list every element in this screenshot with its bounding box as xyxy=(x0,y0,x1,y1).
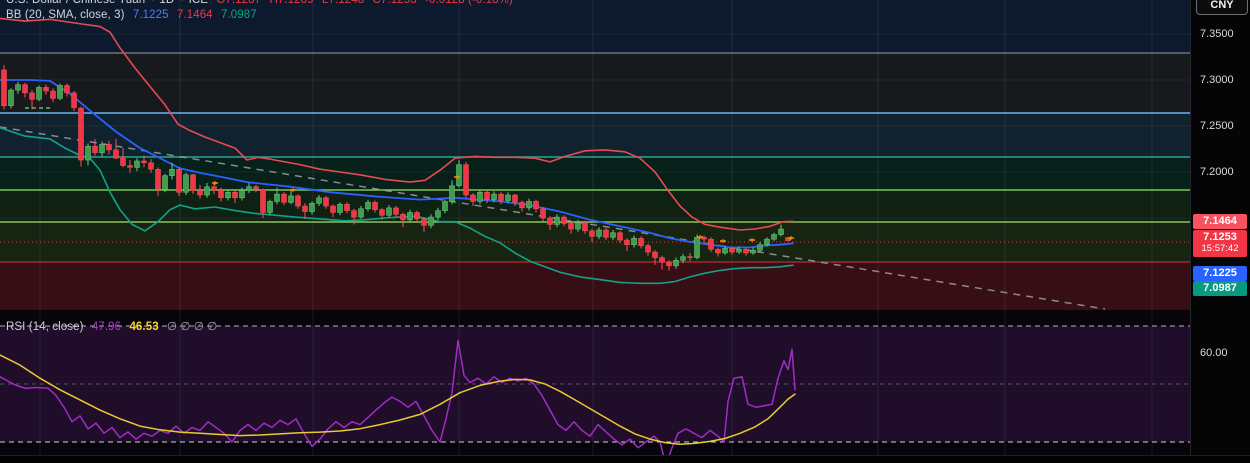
price-label: 7.0987 xyxy=(1193,281,1247,296)
rsi-label: RSI (14, close) xyxy=(6,321,84,333)
ohlc-high: H7.1289 xyxy=(269,0,313,6)
price-tick: 7.3000 xyxy=(1200,74,1234,86)
symbol-legend[interactable]: U.S. Dollar / Chinese Yuan· 1D· ICE O7.1… xyxy=(6,0,518,6)
price-tick: 7.3500 xyxy=(1200,28,1234,40)
chart-canvas[interactable] xyxy=(0,0,1250,463)
bb-legend[interactable]: BB (20, SMA, close, 3) 7.1225 7.1464 7.0… xyxy=(6,9,262,21)
currency-toggle-button[interactable]: CNY xyxy=(1196,0,1248,15)
rsi-hidden-values: ∅ ∅ ∅ ∅ xyxy=(167,321,217,333)
price-label: 7.125315:57:42 xyxy=(1193,230,1247,257)
rsi-value: 47.96 xyxy=(92,321,121,333)
rsi-ma-value: 46.53 xyxy=(129,321,158,333)
symbol-title: U.S. Dollar / Chinese Yuan xyxy=(6,0,145,6)
time-axis[interactable] xyxy=(0,455,1250,463)
bb-label: BB (20, SMA, close, 3) xyxy=(6,9,125,21)
price-axis[interactable]: 7.3500 7.3000 7.2500 7.2000 60.00 7.14647.125… xyxy=(1190,0,1250,463)
price-tick: 7.2000 xyxy=(1200,166,1234,178)
price-tick: 7.2500 xyxy=(1200,120,1234,132)
price-label: 7.1464 xyxy=(1193,214,1247,229)
ohlc-low: L7.1248 xyxy=(322,0,364,6)
ohlc-change: -0.0128 (-0.18%) xyxy=(425,0,513,6)
symbol-exchange: ICE xyxy=(189,0,208,6)
chart-window: U.S. Dollar / Chinese Yuan· 1D· ICE O7.1… xyxy=(0,0,1250,463)
price-label: 7.1225 xyxy=(1193,266,1247,281)
ohlc-close: C7.1253 xyxy=(373,0,417,6)
rsi-legend[interactable]: RSI (14, close) 47.96 46.53 ∅ ∅ ∅ ∅ xyxy=(6,319,222,333)
bb-basis-value: 7.1225 xyxy=(133,9,169,21)
bb-lower-value: 7.0987 xyxy=(221,9,257,21)
symbol-interval[interactable]: 1D xyxy=(159,0,174,6)
rsi-tick: 60.00 xyxy=(1200,347,1228,359)
bb-upper-value: 7.1464 xyxy=(177,9,213,21)
ohlc-open: O7.1287 xyxy=(216,0,261,6)
